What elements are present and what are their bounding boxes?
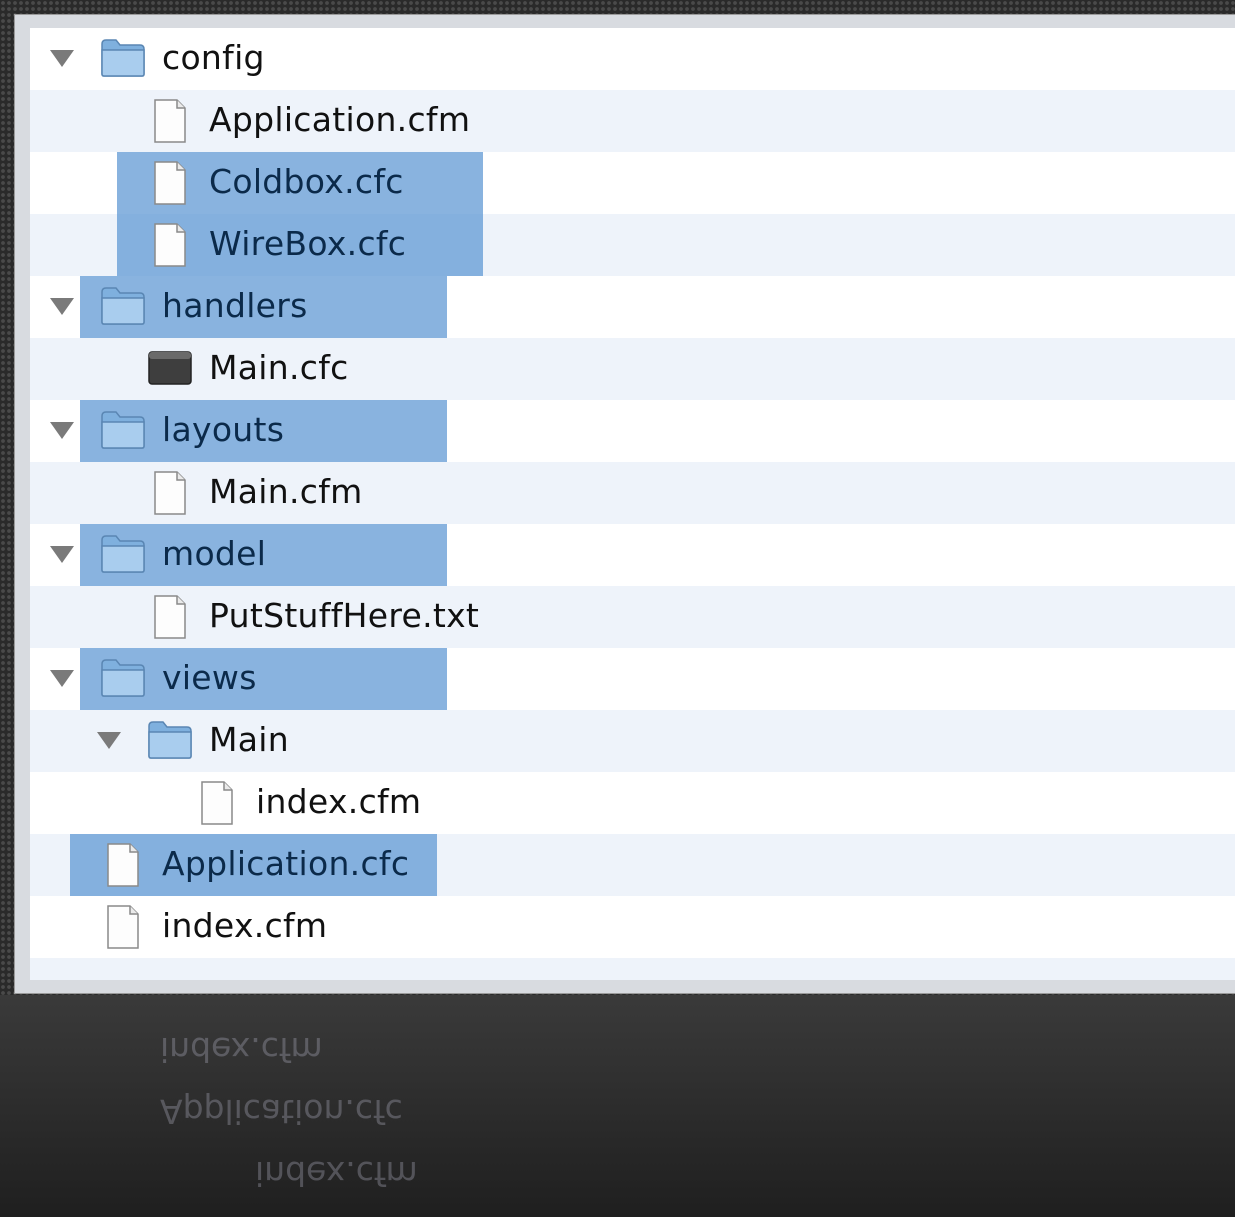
tree-row[interactable]: WireBox.cfc — [30, 214, 1235, 276]
folder-icon — [147, 718, 193, 760]
tree-row[interactable]: views — [30, 648, 1235, 710]
disclosure-triangle-icon[interactable] — [50, 422, 74, 439]
tree-item-label: Application.cfm — [209, 100, 471, 139]
dark-file-icon — [147, 346, 193, 388]
file-icon — [106, 904, 140, 950]
disclosure-triangle-icon[interactable] — [97, 732, 121, 749]
disclosure-triangle-icon[interactable] — [50, 670, 74, 687]
tree-item-label: Application.cfc — [162, 844, 410, 883]
file-tree: config Application.cfm Coldbox.cfc WireBox.… — [30, 28, 1235, 980]
tree-row[interactable]: Application.cfm — [30, 90, 1235, 152]
tree-item-label: index.cfm — [256, 782, 422, 821]
tree-row[interactable]: config — [30, 28, 1235, 90]
disclosure-triangle-icon[interactable] — [50, 298, 74, 315]
tree-item-label: model — [162, 534, 267, 573]
folder-icon — [100, 284, 146, 326]
disclosure-triangle-icon[interactable] — [50, 50, 74, 67]
tree-item-label: layouts — [162, 410, 285, 449]
folder-icon — [100, 656, 146, 698]
tree-row[interactable]: PutStuffHere.txt — [30, 586, 1235, 648]
tree-item-label: WireBox.cfc — [209, 224, 407, 263]
file-icon — [153, 98, 187, 144]
tree-row[interactable]: layouts — [30, 400, 1235, 462]
reflection-area — [0, 995, 1235, 1217]
tree-item-label: Coldbox.cfc — [209, 162, 404, 201]
tree-row[interactable]: handlers — [30, 276, 1235, 338]
disclosure-triangle-icon[interactable] — [50, 546, 74, 563]
folder-icon — [100, 532, 146, 574]
tree-row[interactable]: Main — [30, 710, 1235, 772]
empty-row — [30, 958, 1235, 980]
folder-icon — [100, 408, 146, 450]
file-icon — [153, 594, 187, 640]
tree-item-label: PutStuffHere.txt — [209, 596, 480, 635]
file-icon — [153, 222, 187, 268]
tree-item-label: views — [162, 658, 257, 697]
tree-row[interactable]: model — [30, 524, 1235, 586]
file-icon — [106, 842, 140, 888]
tree-row[interactable]: Main.cfm — [30, 462, 1235, 524]
file-icon — [153, 160, 187, 206]
tree-item-label: Main — [209, 720, 289, 759]
tree-item-label: config — [162, 38, 265, 77]
tree-row[interactable]: Coldbox.cfc — [30, 152, 1235, 214]
file-icon — [153, 470, 187, 516]
tree-item-label: index.cfm — [162, 906, 328, 945]
folder-icon — [100, 36, 146, 78]
tree-row[interactable]: index.cfm — [30, 772, 1235, 834]
tree-item-label: Main.cfc — [209, 348, 349, 387]
tree-item-label: handlers — [162, 286, 308, 325]
tree-item-label: Main.cfm — [209, 472, 363, 511]
file-icon — [200, 780, 234, 826]
tree-row[interactable]: index.cfm — [30, 896, 1235, 958]
tree-row[interactable]: Main.cfc — [30, 338, 1235, 400]
tree-row[interactable]: Application.cfc — [30, 834, 1235, 896]
